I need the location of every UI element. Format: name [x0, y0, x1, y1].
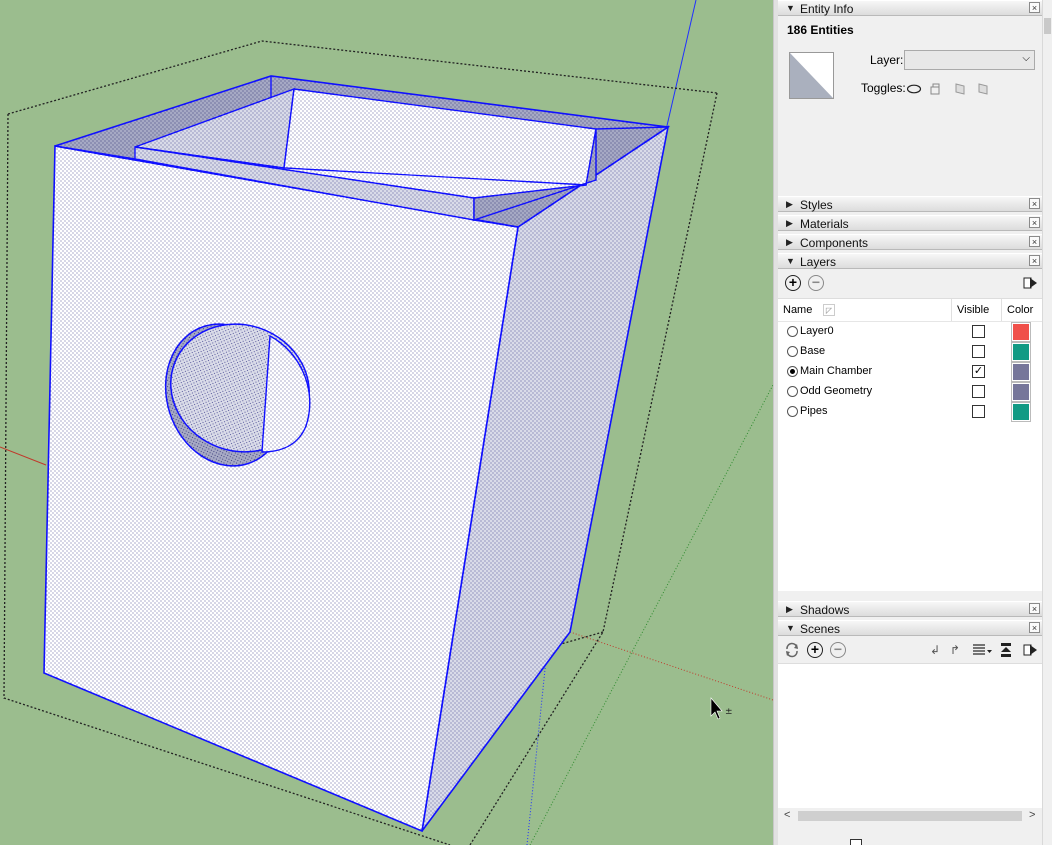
close-icon[interactable]: ×	[1029, 236, 1040, 247]
layer-name[interactable]: Layer0	[800, 325, 834, 337]
visible-checkbox[interactable]	[972, 385, 985, 398]
sort-icon[interactable]: ◸	[823, 304, 835, 316]
view-options-icon[interactable]	[971, 643, 993, 660]
active-layer-radio[interactable]	[787, 346, 798, 357]
red-axis	[0, 446, 47, 466]
model-drawing[interactable]: ±	[0, 0, 773, 845]
layer-name[interactable]: Main Chamber	[800, 365, 872, 377]
visible-checkbox[interactable]	[972, 345, 985, 358]
active-layer-radio[interactable]	[787, 366, 798, 377]
shadows-title: Shadows	[800, 603, 850, 617]
update-scene-icon[interactable]	[784, 642, 800, 661]
active-layer-radio[interactable]	[787, 386, 798, 397]
collapse-arrow-icon[interactable]: ▼	[786, 623, 795, 633]
col-name-header[interactable]: Name	[783, 304, 812, 316]
entity-info-title: Entity Info	[800, 2, 854, 16]
layers-table: Name ◸ Visible Color Layer0 Base Main Ch…	[778, 298, 1042, 591]
move-scene-down-icon[interactable]: ↲	[930, 643, 940, 657]
scenes-list[interactable]	[778, 663, 1042, 809]
col-color-header[interactable]: Color	[1007, 304, 1033, 316]
visible-checkbox[interactable]	[972, 325, 985, 338]
layers-title: Layers	[800, 255, 837, 269]
visible-checkbox[interactable]	[972, 405, 985, 418]
layer-color-swatch[interactable]	[1011, 362, 1031, 382]
cast-shadows-icon	[955, 83, 965, 95]
active-layer-radio[interactable]	[787, 406, 798, 417]
move-scene-up-icon[interactable]: ↱	[950, 643, 960, 657]
model-viewport[interactable]: ±	[0, 0, 773, 845]
layer-color-swatch[interactable]	[1011, 382, 1031, 402]
layer-row[interactable]: Main Chamber ✓	[778, 362, 1042, 382]
layer-row[interactable]: Pipes	[778, 402, 1042, 422]
components-title: Components	[800, 236, 869, 250]
red-axis-dotted	[569, 631, 773, 701]
layers-header[interactable]: ▼ Layers ×	[778, 253, 1042, 269]
tray-scrollbar-thumb[interactable]	[1044, 18, 1051, 34]
expand-arrow-icon[interactable]: ▶	[786, 604, 793, 615]
entity-info-header[interactable]: ▼ Entity Info ×	[778, 0, 1042, 16]
locked-toggle-icon	[930, 83, 940, 95]
close-icon[interactable]: ×	[1029, 622, 1040, 633]
scenes-header[interactable]: ▼ Scenes ×	[778, 620, 1042, 636]
layer-select[interactable]: ⌵	[904, 50, 1035, 70]
details-flyout-icon[interactable]	[1022, 642, 1038, 661]
close-icon[interactable]: ×	[1029, 255, 1040, 266]
default-tray: ▼ Entity Info × 186 Entities Layer: ⌵ To…	[778, 0, 1052, 845]
materials-title: Materials	[800, 217, 849, 231]
close-icon[interactable]: ×	[1029, 198, 1040, 209]
expand-arrow-icon[interactable]: ▶	[786, 199, 793, 210]
add-layer-icon[interactable]: +	[785, 275, 801, 291]
layer-name[interactable]: Base	[800, 345, 825, 357]
hidden-toggle-icon	[906, 84, 922, 94]
scenes-title: Scenes	[800, 622, 841, 636]
toggle-icons	[906, 82, 997, 99]
delete-layer-icon[interactable]: −	[808, 275, 824, 291]
scroll-left-icon[interactable]: <	[784, 809, 790, 821]
materials-header[interactable]: ▶ Materials ×	[778, 215, 1042, 231]
scrollbar-thumb[interactable]	[798, 811, 1022, 821]
close-icon[interactable]: ×	[1029, 2, 1040, 13]
scenes-horizontal-scrollbar[interactable]: < >	[778, 808, 1042, 825]
layer-color-swatch[interactable]	[1011, 402, 1031, 422]
receive-shadows-icon	[978, 83, 988, 95]
blue-axis	[665, 0, 697, 131]
layer-label: Layer:	[870, 53, 904, 67]
partial-checkbox[interactable]	[850, 839, 862, 845]
styles-title: Styles	[800, 198, 833, 212]
visible-checkbox[interactable]: ✓	[972, 365, 985, 378]
chevron-down-icon: ⌵	[1022, 53, 1030, 64]
expand-arrow-icon[interactable]: ▶	[786, 218, 793, 229]
layers-table-header: Name ◸ Visible Color	[778, 299, 1042, 322]
details-flyout-icon[interactable]	[1022, 275, 1038, 294]
col-visible-header[interactable]: Visible	[957, 304, 989, 316]
components-header[interactable]: ▶ Components ×	[778, 234, 1042, 250]
layer-row[interactable]: Base	[778, 342, 1042, 362]
collapse-arrow-icon[interactable]: ▼	[786, 3, 795, 13]
hide-details-icon[interactable]	[999, 642, 1013, 661]
layer-name[interactable]: Pipes	[800, 405, 828, 417]
entity-count: 186 Entities	[787, 23, 854, 37]
layer-color-swatch[interactable]	[1011, 322, 1031, 342]
material-swatch[interactable]	[789, 52, 834, 99]
layer-name[interactable]: Odd Geometry	[800, 385, 872, 397]
collapse-arrow-icon[interactable]: ▼	[786, 256, 795, 266]
svg-text:±: ±	[725, 707, 733, 717]
toggles-label: Toggles:	[861, 81, 906, 95]
active-layer-radio[interactable]	[787, 326, 798, 337]
expand-arrow-icon[interactable]: ▶	[786, 237, 793, 248]
close-icon[interactable]: ×	[1029, 217, 1040, 228]
scroll-right-icon[interactable]: >	[1029, 809, 1035, 821]
close-icon[interactable]: ×	[1029, 603, 1040, 614]
styles-header[interactable]: ▶ Styles ×	[778, 196, 1042, 212]
add-scene-icon[interactable]: +	[807, 642, 823, 658]
layer-color-swatch[interactable]	[1011, 342, 1031, 362]
shadows-header[interactable]: ▶ Shadows ×	[778, 601, 1042, 617]
delete-scene-icon[interactable]: −	[830, 642, 846, 658]
layer-row[interactable]: Layer0	[778, 322, 1042, 342]
select-cursor-icon: ±	[710, 697, 733, 720]
layer-row[interactable]: Odd Geometry	[778, 382, 1042, 402]
tray-vertical-scrollbar[interactable]	[1042, 0, 1052, 845]
